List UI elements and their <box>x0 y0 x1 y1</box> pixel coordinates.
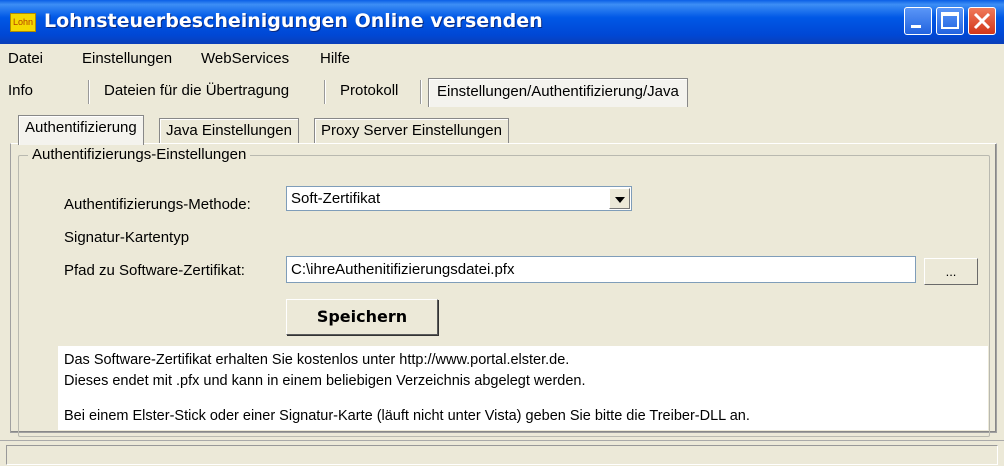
minimize-icon <box>911 25 921 28</box>
maximize-button[interactable] <box>936 7 964 35</box>
tab-einstellungen[interactable]: Einstellungen/Authentifizierung/Java <box>428 78 688 107</box>
sub-tab-bar: Authentifizierung Java Einstellungen Pro… <box>0 114 1004 145</box>
card-type-label: Signatur-Kartentyp <box>64 229 190 246</box>
menu-bar: Datei Einstellungen WebServices Hilfe <box>0 44 1004 72</box>
tab-dateien[interactable]: Dateien für die Übertragung <box>104 78 289 106</box>
method-label: Authentifizierungs-Methode: <box>64 196 251 213</box>
title-bar[interactable]: Lohn Lohnsteuerbescheinigungen Online ve… <box>0 0 1004 44</box>
save-button[interactable]: Speichern <box>286 299 438 335</box>
menu-hilfe[interactable]: Hilfe <box>320 50 350 67</box>
tab-separator <box>324 80 326 104</box>
menu-einstellungen[interactable]: Einstellungen <box>82 50 172 67</box>
main-tab-bar: Info Dateien für die Übertragung Protoko… <box>0 74 1004 108</box>
close-icon <box>973 12 991 30</box>
tab-separator <box>88 80 90 104</box>
app-window: Lohn Lohnsteuerbescheinigungen Online ve… <box>0 0 1004 466</box>
subtab-java[interactable]: Java Einstellungen <box>159 118 299 145</box>
menu-datei[interactable]: Datei <box>8 50 43 67</box>
path-label: Pfad zu Software-Zertifikat: <box>64 262 245 279</box>
method-dropdown-button[interactable] <box>609 188 630 209</box>
browse-button[interactable]: ... <box>924 258 978 285</box>
maximize-icon <box>941 12 959 29</box>
subtab-proxy[interactable]: Proxy Server Einstellungen <box>314 118 509 145</box>
info-line-1: Das Software-Zertifikat erhalten Sie kos… <box>64 352 570 368</box>
group-title: Authentifizierungs-Einstellungen <box>28 146 251 163</box>
method-select-value: Soft-Zertifikat <box>291 190 381 207</box>
close-button[interactable] <box>968 7 996 35</box>
window-title: Lohnsteuerbescheinigungen Online versend… <box>44 10 543 32</box>
app-icon: Lohn <box>10 13 36 32</box>
chevron-down-icon <box>615 197 625 203</box>
subtab-authentifizierung[interactable]: Authentifizierung <box>18 115 144 145</box>
tab-protokoll[interactable]: Protokoll <box>340 78 398 106</box>
info-line-3: Bei einem Elster-Stick oder einer Signat… <box>64 408 750 424</box>
menu-webservices[interactable]: WebServices <box>201 50 289 67</box>
info-text-box: Das Software-Zertifikat erhalten Sie kos… <box>58 346 988 430</box>
tab-separator <box>420 80 422 104</box>
method-select[interactable]: Soft-Zertifikat <box>286 186 632 211</box>
tab-info[interactable]: Info <box>8 78 33 106</box>
certificate-path-field[interactable] <box>286 256 916 283</box>
minimize-button[interactable] <box>904 7 932 35</box>
certificate-path-input[interactable] <box>287 257 915 282</box>
info-line-2: Dieses endet mit .pfx und kann in einem … <box>64 373 586 389</box>
status-panel <box>6 445 998 465</box>
status-bar <box>0 440 1004 466</box>
